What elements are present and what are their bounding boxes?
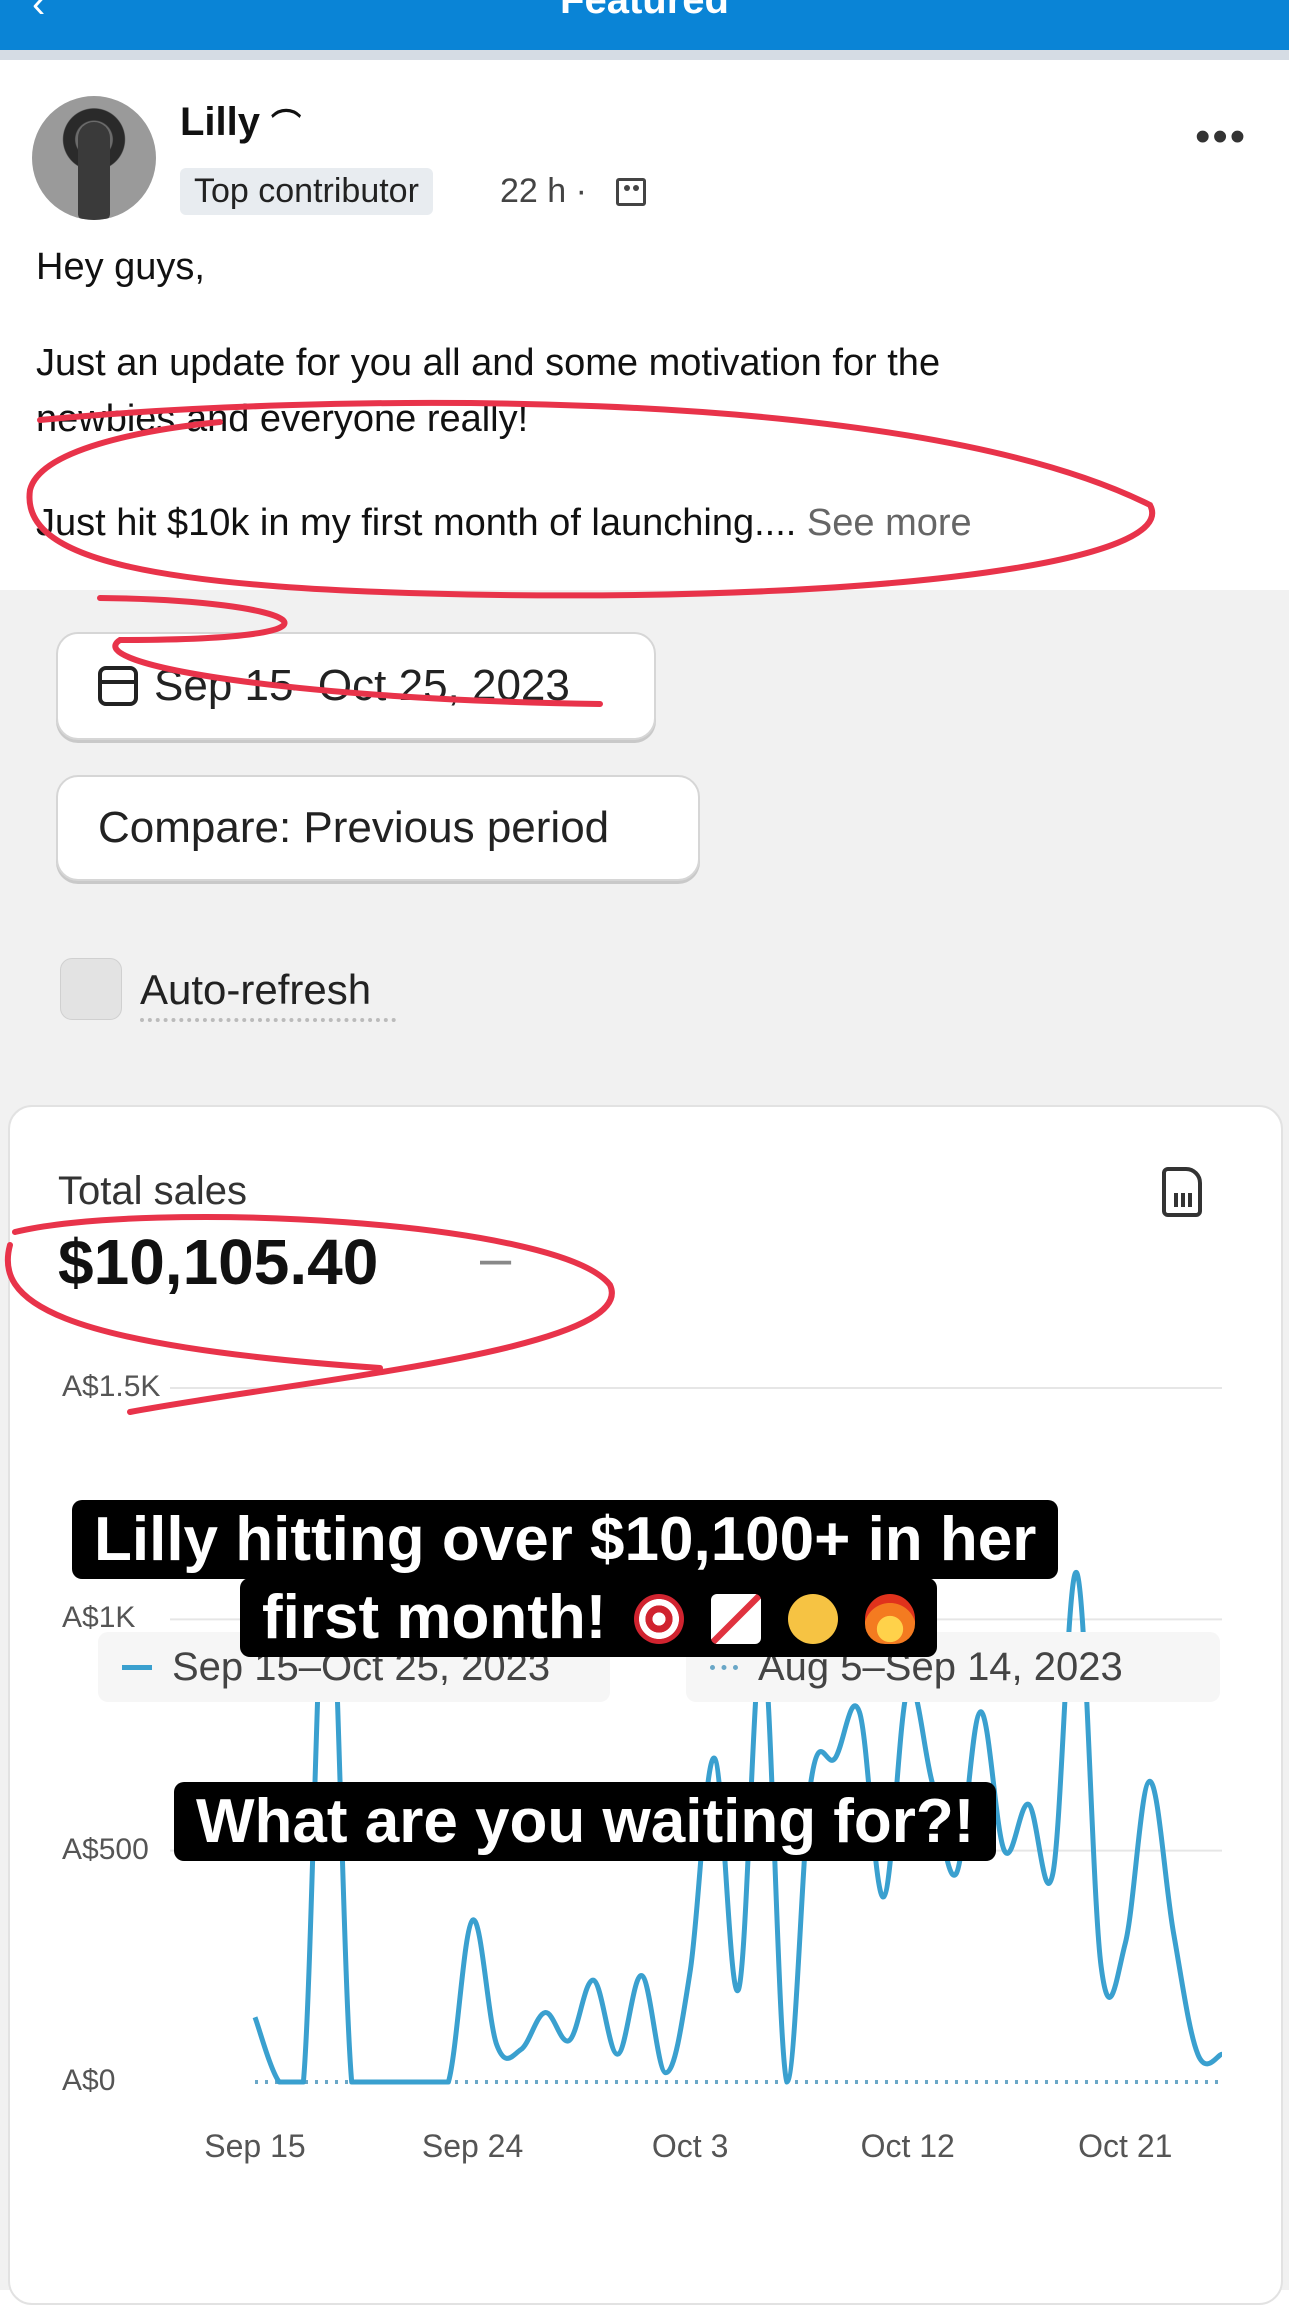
data-point bbox=[664, 2071, 668, 2075]
data-point bbox=[471, 1918, 475, 1922]
fire-emoji bbox=[865, 1594, 916, 1644]
legend-previous-swatch bbox=[710, 1664, 738, 1670]
chart-increasing-emoji bbox=[710, 1594, 761, 1644]
data-point bbox=[857, 1710, 861, 1714]
data-point bbox=[301, 2080, 305, 2084]
data-point bbox=[350, 2080, 354, 2084]
data-point bbox=[1220, 2052, 1224, 2056]
data-point bbox=[374, 2080, 378, 2084]
data-point bbox=[591, 1978, 595, 1982]
x-tick-label: Oct 21 bbox=[1078, 2128, 1173, 2164]
data-point bbox=[1196, 2052, 1200, 2056]
data-point bbox=[833, 1756, 837, 1760]
x-tick-label: Oct 12 bbox=[860, 2128, 955, 2164]
data-point bbox=[1172, 1932, 1176, 1936]
data-point bbox=[543, 2011, 547, 2015]
data-point bbox=[785, 2080, 789, 2084]
legend-current-swatch bbox=[122, 1664, 152, 1670]
x-tick-label: Oct 3 bbox=[651, 2128, 729, 2164]
data-point bbox=[712, 1756, 716, 1760]
data-point bbox=[398, 2080, 402, 2084]
data-point bbox=[1075, 1571, 1079, 1575]
data-point bbox=[1051, 1872, 1055, 1876]
ok-hand-emoji bbox=[788, 1594, 839, 1644]
y-tick-label: A$1.5K bbox=[62, 1370, 161, 1403]
data-point bbox=[1123, 1941, 1127, 1945]
target-emoji bbox=[633, 1594, 684, 1644]
data-point bbox=[253, 2015, 257, 2019]
data-point bbox=[1002, 1849, 1006, 1853]
data-point bbox=[495, 2043, 499, 2047]
data-point bbox=[277, 2080, 281, 2084]
y-tick-label: A$500 bbox=[62, 1832, 149, 1866]
data-point bbox=[1099, 1964, 1103, 1968]
y-tick-label: A$1K bbox=[62, 1601, 136, 1635]
y-tick-label: A$0 bbox=[62, 2064, 116, 2097]
data-point bbox=[737, 1987, 741, 1991]
data-point bbox=[688, 1969, 692, 1973]
data-point bbox=[422, 2080, 426, 2084]
data-point bbox=[954, 1872, 958, 1876]
data-point bbox=[616, 2052, 620, 2056]
caption-line-2: first month! bbox=[240, 1578, 938, 1657]
x-tick-label: Sep 24 bbox=[421, 2128, 524, 2164]
data-point bbox=[1147, 1779, 1151, 1783]
caption-line-1: Lilly hitting over $10,100+ in her bbox=[72, 1500, 1059, 1579]
data-point bbox=[1027, 1802, 1031, 1806]
caption-question: What are you waiting for?! bbox=[174, 1782, 997, 1861]
data-point bbox=[640, 1974, 644, 1978]
caption-line-2-text: first month! bbox=[262, 1583, 607, 1652]
data-point bbox=[978, 1710, 982, 1714]
data-point bbox=[567, 2038, 571, 2042]
data-point bbox=[519, 2048, 523, 2052]
data-point bbox=[882, 1895, 886, 1899]
x-tick-label: Sep 15 bbox=[204, 2128, 306, 2164]
data-point bbox=[446, 2080, 450, 2084]
sales-line-chart bbox=[170, 1387, 1224, 2085]
